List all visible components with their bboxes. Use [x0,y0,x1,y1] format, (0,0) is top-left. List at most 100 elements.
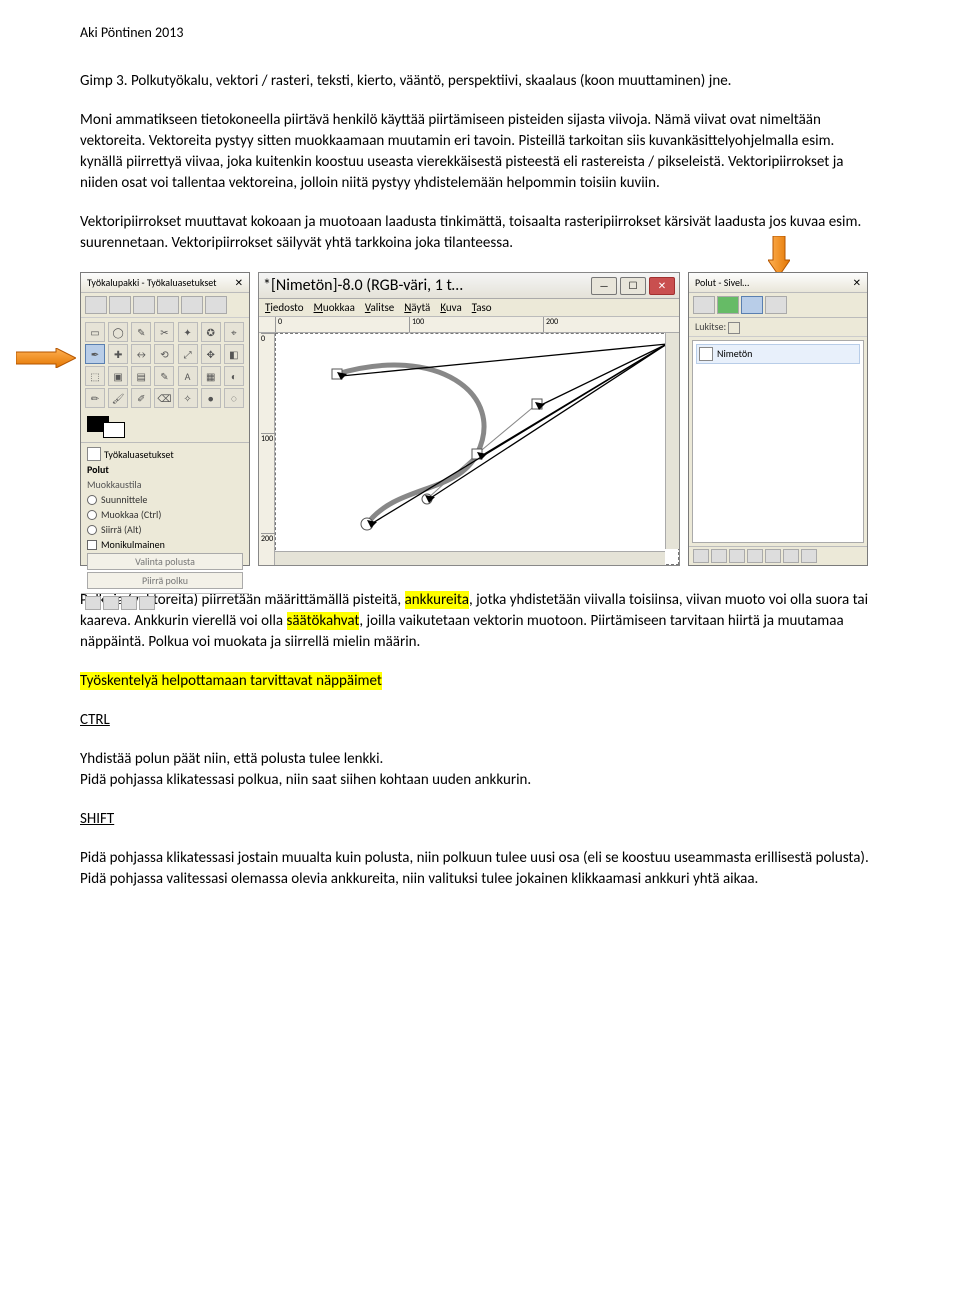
tab-icon[interactable] [85,296,107,314]
tab-icon[interactable] [181,296,203,314]
radio-label: Muokkaa (Ctrl) [101,508,161,521]
tool-icon[interactable]: ✂ [154,322,174,342]
footer-icon[interactable] [121,596,137,610]
footer-icon[interactable] [747,549,763,563]
tool-icon[interactable]: ✎ [131,322,151,342]
toolbox-footer [81,593,249,612]
toolopt-icon [87,447,101,461]
menu-layer[interactable]: Taso [472,301,492,314]
lock-toggle[interactable] [728,322,740,334]
arrow-left-icon [16,348,76,368]
tool-icon[interactable]: A [178,366,198,386]
tool-icon[interactable]: ⬚ [85,366,105,386]
ruler-tick: 100 [261,433,276,444]
ruler-tick: 0 [261,333,276,344]
tab-paths-icon[interactable] [741,296,763,314]
tab-icon[interactable] [765,296,787,314]
label-shift: SHIFT [80,809,880,830]
menu-view[interactable]: Näytä [404,301,430,314]
footer-icon[interactable] [729,549,745,563]
bg-color-swatch[interactable] [103,422,125,438]
tool-icon[interactable]: ✏ [85,388,105,408]
menu-image[interactable]: Kuva [440,301,461,314]
lock-row: Lukitse: [689,318,867,337]
ruler-horizontal: 0 100 200 [259,317,679,333]
text-shift: Pidä pohjassa klikatessasi jostain muual… [80,848,880,890]
btn-selection-from-path[interactable]: Valinta polusta [87,553,243,570]
tool-icon[interactable]: ▦ [201,366,221,386]
tab-icon[interactable] [717,296,739,314]
tab-icon[interactable] [205,296,227,314]
window-maximize-icon[interactable]: ☐ [620,277,646,295]
highlight-anchors: ankkureita [405,591,469,609]
tab-icon[interactable] [133,296,155,314]
radio-design[interactable]: Suunnittele [87,493,243,506]
tool-icon[interactable]: ▤ [131,366,151,386]
check-polygonal[interactable]: Monikulmainen [87,538,243,551]
radio-edit[interactable]: Muokkaa (Ctrl) [87,508,243,521]
scrollbar-horizontal[interactable] [275,551,665,565]
tool-icon[interactable]: ◯ [108,322,128,342]
window-minimize-icon[interactable]: — [591,277,617,295]
footer-icon[interactable] [765,549,781,563]
tool-icon[interactable]: ✎ [154,366,174,386]
tool-icon[interactable]: ⤢ [178,344,198,364]
footer-icon[interactable] [711,549,727,563]
footer-icon[interactable] [103,596,119,610]
tool-icon[interactable]: ◧ [224,344,244,364]
tool-icon[interactable]: ✐ [131,388,151,408]
text-ctrl: Yhdistää polun päät niin, että polusta t… [80,749,880,791]
footer-icon[interactable] [139,596,155,610]
tool-icon[interactable]: ✪ [201,322,221,342]
radio-label: Siirrä (Alt) [101,523,142,536]
paths-list: Nimetön [692,340,864,543]
paths-close-icon[interactable]: ✕ [853,276,861,289]
paths-tool-icon[interactable]: ✒ [85,344,105,364]
gimp-toolbox-panel: Työkalupakki - Työkaluasetukset ✕ ▭ ◯ ✎ … [80,272,250,566]
tab-icon[interactable] [109,296,131,314]
window-close-icon[interactable]: ✕ [649,277,675,295]
path-list-item[interactable]: Nimetön [696,344,860,364]
footer-icon[interactable] [801,549,817,563]
tab-icon[interactable] [693,296,715,314]
tool-icon[interactable]: ◌ [224,388,244,408]
tool-icon[interactable]: ▭ [85,322,105,342]
footer-icon[interactable] [693,549,709,563]
menu-file[interactable]: Tiedosto [265,301,304,314]
tool-icon[interactable]: ✥ [201,344,221,364]
menu-select[interactable]: Valitse [365,301,394,314]
tab-icon[interactable] [157,296,179,314]
tool-icon[interactable]: ▣ [108,366,128,386]
gimp-paths-panel: Polut - Sivel… ✕ Lukitse: Nimetön [688,272,868,566]
btn-stroke-path[interactable]: Piirrä polku [87,572,243,589]
menu-edit[interactable]: Muokkaa [314,301,355,314]
highlight-handles: säätökahvat [287,612,360,630]
tool-icon[interactable]: ✚ [108,344,128,364]
toolopt-label: Työkaluasetukset [104,448,174,461]
ruler-vertical: 0 100 200 [259,333,275,565]
tool-icon[interactable]: ✧ [178,388,198,408]
paragraph-vector-explain: Moni ammatikseen tietokoneella piirtävä … [80,110,880,194]
canvas-drawing-area[interactable] [275,333,679,565]
lock-label: Lukitse: [695,320,726,333]
tool-icon[interactable]: ✦ [178,322,198,342]
footer-icon[interactable] [783,549,799,563]
tool-icon[interactable]: ↔ [131,344,151,364]
label-ctrl: CTRL [80,710,880,731]
tool-icon[interactable]: ⌫ [154,388,174,408]
tool-icon[interactable]: ● [201,388,221,408]
color-swatches[interactable] [81,412,249,442]
tool-icon[interactable]: ◐ [224,366,244,386]
tool-icon[interactable]: 🖌 [108,388,128,408]
canvas-window-title: *[Nimetön]-8.0 (RGB-väri, 1 t… [263,276,463,295]
toolbox-close-icon[interactable]: ✕ [235,276,243,289]
footer-icon[interactable] [85,596,101,610]
radio-move[interactable]: Siirrä (Alt) [87,523,243,536]
visibility-toggle-icon[interactable] [699,347,713,361]
scrollbar-vertical[interactable] [665,333,679,549]
toolbox-tabs [81,293,249,318]
tool-icon[interactable]: ⟲ [154,344,174,364]
tool-options: Työkaluasetukset Polut Muokkaustila Suun… [81,442,249,593]
tool-icon[interactable]: ⌖ [224,322,244,342]
gimp-canvas-window: *[Nimetön]-8.0 (RGB-väri, 1 t… — ☐ ✕ Tie… [258,272,680,566]
